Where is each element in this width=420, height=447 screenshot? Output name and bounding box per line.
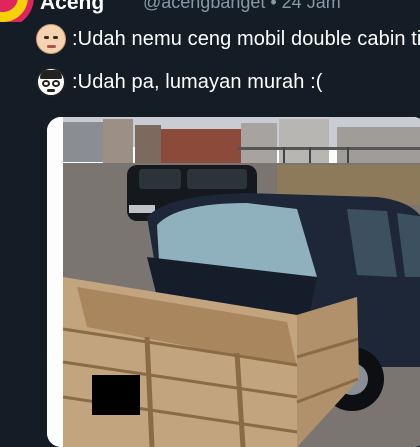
author-name[interactable]: Aceng (40, 0, 104, 15)
message-text-1: :Udah nemu ceng mobil double cabin ti (72, 27, 420, 50)
censor-block (92, 375, 140, 415)
tweet-header: Aceng @acengbanget • 24 Jam (0, 0, 420, 22)
author-handle-time[interactable]: @acengbanget • 24 Jam (143, 0, 341, 13)
message-line-2: :Udah pa, lumayan murah :( (36, 66, 323, 98)
message-line-1: :Udah nemu ceng mobil double cabin ti (36, 23, 420, 55)
boss-baby-emoji-icon (36, 24, 66, 54)
nerd-face-emoji-icon (36, 67, 66, 97)
message-text-2: :Udah pa, lumayan murah :( (72, 70, 323, 93)
author-avatar[interactable] (0, 0, 34, 22)
